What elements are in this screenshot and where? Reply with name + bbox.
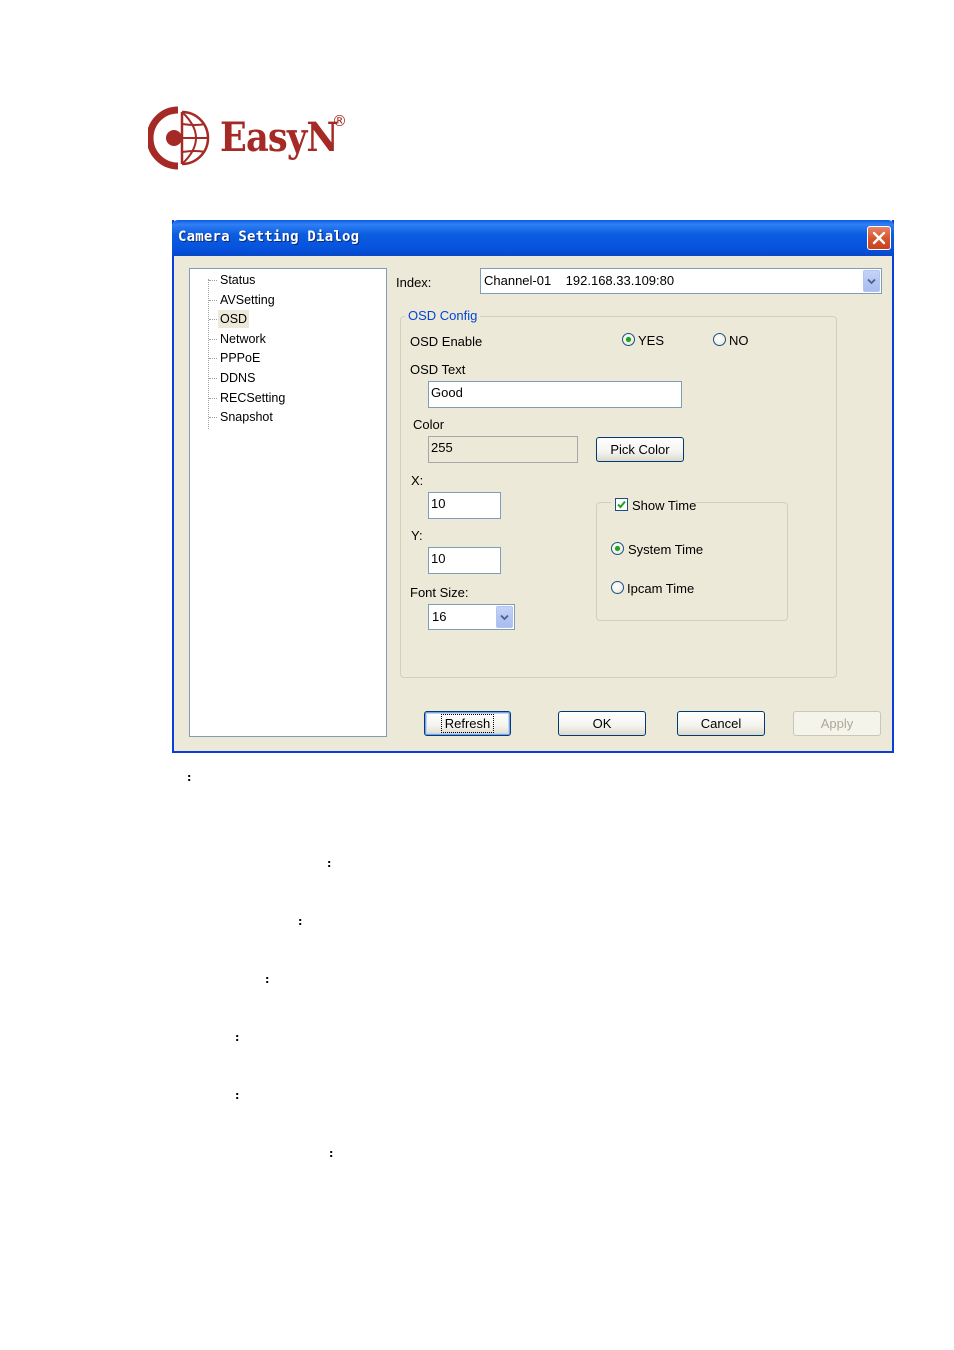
apply-label: Apply [820,716,854,731]
color-value-field: 255 [428,436,578,463]
tree-item-snapshot[interactable]: Snapshot [218,408,275,426]
ipcam-time-label[interactable]: Ipcam Time [627,581,694,597]
chevron-down-icon [867,278,876,284]
index-select[interactable]: Channel-01 192.168.33.109:80 [480,268,882,294]
index-label: Index: [396,275,432,290]
tree-connector [209,319,217,320]
pick-color-button[interactable]: Pick Color [596,437,684,462]
osd-text-input[interactable]: Good [428,381,682,408]
ipcam-time-radio[interactable] [611,581,624,594]
dialog-title: Camera Setting Dialog [178,229,360,245]
close-button[interactable] [867,226,891,250]
font-size-value: 16 [432,609,447,624]
chevron-down-icon [500,614,509,620]
ok-button[interactable]: OK [558,711,646,736]
show-time-label[interactable]: Show Time [632,498,696,514]
registered-mark: ® [332,112,347,130]
colon-marker: : [329,1147,334,1160]
osd-config-title: OSD Config [405,308,481,324]
title-bar[interactable]: Camera Setting Dialog [172,220,894,256]
colon-marker: : [327,857,332,870]
refresh-button[interactable]: Refresh [424,711,511,736]
y-input[interactable]: 10 [428,547,501,574]
colon-marker: : [235,1031,240,1044]
x-input[interactable]: 10 [428,492,501,519]
osd-enable-label: OSD Enable [410,334,483,349]
show-time-checkbox[interactable] [615,498,628,511]
brand-name: EasyN [220,114,339,161]
colon-marker: : [298,915,303,928]
tree-item-recsetting[interactable]: RECSetting [218,389,287,407]
tree-connector [209,378,217,379]
tree-item-pppoe[interactable]: PPPoE [218,349,262,367]
osd-enable-yes-radio[interactable] [622,333,635,346]
tree-item-avsetting[interactable]: AVSetting [218,291,277,309]
dropdown-arrow[interactable] [863,270,880,292]
cancel-button[interactable]: Cancel [677,711,765,736]
x-label: X: [411,473,424,488]
pick-color-label: Pick Color [610,442,670,457]
system-time-radio[interactable] [611,542,624,555]
colon-marker: : [265,973,270,986]
checkmark-icon [617,500,626,509]
show-time-group [596,502,788,621]
tree-connector [209,339,217,340]
osd-enable-no-radio[interactable] [713,333,726,346]
index-value: Channel-01 192.168.33.109:80 [484,273,675,288]
camera-setting-dialog: Camera Setting Dialog Status AVSetting O… [172,220,894,753]
y-label: Y: [411,528,423,543]
tree-connector [209,398,217,399]
apply-button: Apply [793,711,881,736]
dropdown-arrow[interactable] [496,606,513,628]
tree-connector [209,280,217,281]
font-size-select[interactable]: 16 [428,604,515,630]
globe-logo-icon [148,106,210,170]
colon-marker: : [235,1089,240,1102]
osd-enable-no-label[interactable]: NO [729,333,749,349]
osd-text-label: OSD Text [410,362,466,377]
colon-marker: : [187,771,192,784]
cancel-label: Cancel [700,716,742,731]
system-time-label[interactable]: System Time [628,542,703,558]
easyn-logo: EasyN ® [148,106,358,170]
refresh-label: Refresh [440,714,495,733]
font-size-label: Font Size: [410,585,469,600]
settings-tree[interactable]: Status AVSetting OSD Network PPPoE DDNS … [189,268,387,737]
tree-item-ddns[interactable]: DDNS [218,369,257,387]
color-label: Color [413,417,445,432]
tree-item-status[interactable]: Status [218,271,257,289]
osd-enable-yes-label[interactable]: YES [638,333,664,349]
close-x-icon [872,231,886,245]
tree-connector [208,279,209,429]
tree-item-network[interactable]: Network [218,330,268,348]
tree-connector [209,358,217,359]
tree-item-osd[interactable]: OSD [218,310,250,328]
tree-connector [209,300,217,301]
ok-label: OK [592,716,612,731]
tree-connector [209,417,217,418]
